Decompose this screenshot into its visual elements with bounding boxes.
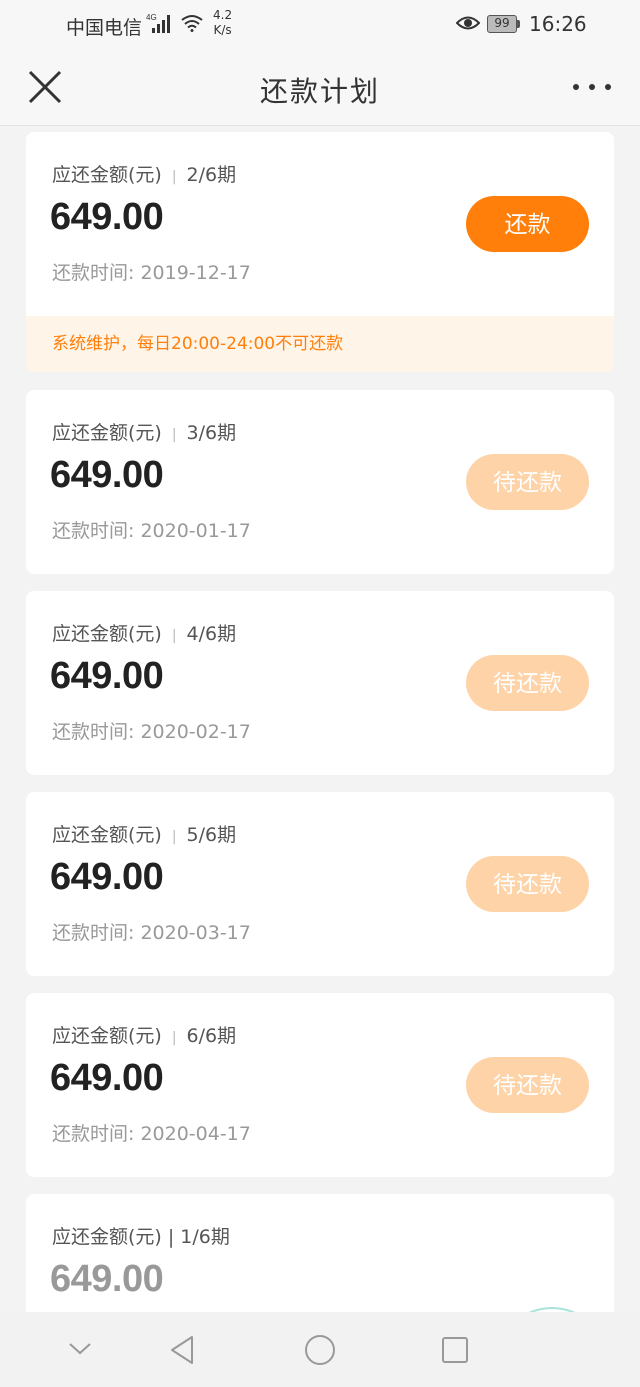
pending-button[interactable]: 待还款	[466, 454, 589, 510]
maintenance-notice: 系统维护，每日20:00-24:00不可还款	[26, 316, 614, 372]
plan-card: 应还金额(元) | 4/6期 649.00 还款时间: 2020-02-17 待还款	[26, 591, 614, 775]
network-speed: 4.2 K/s	[213, 8, 232, 38]
plan-card: 应还金额(元) | 3/6期 649.00 还款时间: 2020-01-17 待还款	[26, 390, 614, 574]
amount-value: 649.00	[50, 856, 164, 898]
due-date: 还款时间: 2019-12-17	[52, 262, 251, 284]
card-header: 应还金额(元) | 5/6期	[52, 824, 237, 846]
amount-value: 649.00	[50, 655, 164, 697]
pending-button[interactable]: 待还款	[466, 856, 589, 912]
due-date: 还款时间: 2020-03-17	[52, 922, 251, 944]
chevron-down-icon[interactable]	[66, 1338, 94, 1358]
home-icon[interactable]	[303, 1333, 337, 1367]
due-date: 还款时间: 2020-01-17	[52, 520, 251, 542]
period-label: 3/6期	[186, 422, 237, 444]
plan-card: 应还金额(元) | 5/6期 649.00 还款时间: 2020-03-17 待还款	[26, 792, 614, 976]
carrier-label: 中国电信	[66, 17, 143, 39]
amount-label: 应还金额(元)	[52, 824, 162, 846]
due-date: 还款时间: 2020-02-17	[52, 721, 251, 743]
period-label: 5/6期	[186, 824, 237, 846]
battery-level: 99	[487, 15, 517, 33]
amount-value: 649.00	[50, 196, 164, 238]
card-header: 应还金额(元) | 1/6期	[52, 1226, 230, 1248]
plan-card: 应还金额(元) | 6/6期 649.00 还款时间: 2020-04-17 待还款	[26, 993, 614, 1177]
more-icon[interactable]	[568, 72, 616, 102]
period-label: 2/6期	[186, 164, 237, 186]
wifi-icon	[181, 15, 203, 32]
plan-card-current: 应还金额(元) | 2/6期 649.00 还款时间: 2019-12-17 还款 …	[26, 132, 614, 372]
repay-button[interactable]: 还款	[466, 196, 589, 252]
amount-label: 应还金额(元)	[52, 164, 162, 186]
amount-value: 649.00	[50, 1057, 164, 1099]
card-header: 应还金额(元) | 6/6期	[52, 1025, 237, 1047]
status-bar: 中国电信 4G 4.2 K/s 99 16:26	[0, 0, 640, 50]
signal-icon: 4G	[146, 13, 170, 33]
network-type: 4G	[146, 13, 157, 22]
pending-button[interactable]: 待还款	[466, 1057, 589, 1113]
speed-unit: K/s	[213, 23, 232, 37]
amount-value: 649.00	[50, 454, 164, 496]
pending-button[interactable]: 待还款	[466, 655, 589, 711]
nav-bar: 还款计划	[0, 50, 640, 126]
battery-icon: 99	[487, 15, 521, 33]
amount-label: 应还金额(元)	[52, 623, 162, 645]
due-date: 还款时间: 2020-04-17	[52, 1123, 251, 1145]
speed-value: 4.2	[213, 8, 233, 22]
amount-label: 应还金额(元)	[52, 1025, 162, 1047]
back-icon[interactable]	[168, 1334, 198, 1366]
period-label: 6/6期	[186, 1025, 237, 1047]
system-nav-bar	[0, 1312, 640, 1387]
eye-comfort-icon	[456, 16, 480, 30]
period-label: 4/6期	[186, 623, 237, 645]
page-title: 还款计划	[259, 75, 380, 108]
plan-card-paid: 应还金额(元) | 1/6期 649.00	[26, 1194, 614, 1324]
clock: 16:26	[529, 12, 587, 36]
card-header: 应还金额(元) | 4/6期	[52, 623, 237, 645]
recents-icon[interactable]	[440, 1335, 470, 1365]
card-header: 应还金额(元) | 3/6期	[52, 422, 237, 444]
amount-label: 应还金额(元)	[52, 422, 162, 444]
card-header: 应还金额(元) | 2/6期	[52, 164, 237, 186]
amount-value: 649.00	[50, 1258, 164, 1300]
